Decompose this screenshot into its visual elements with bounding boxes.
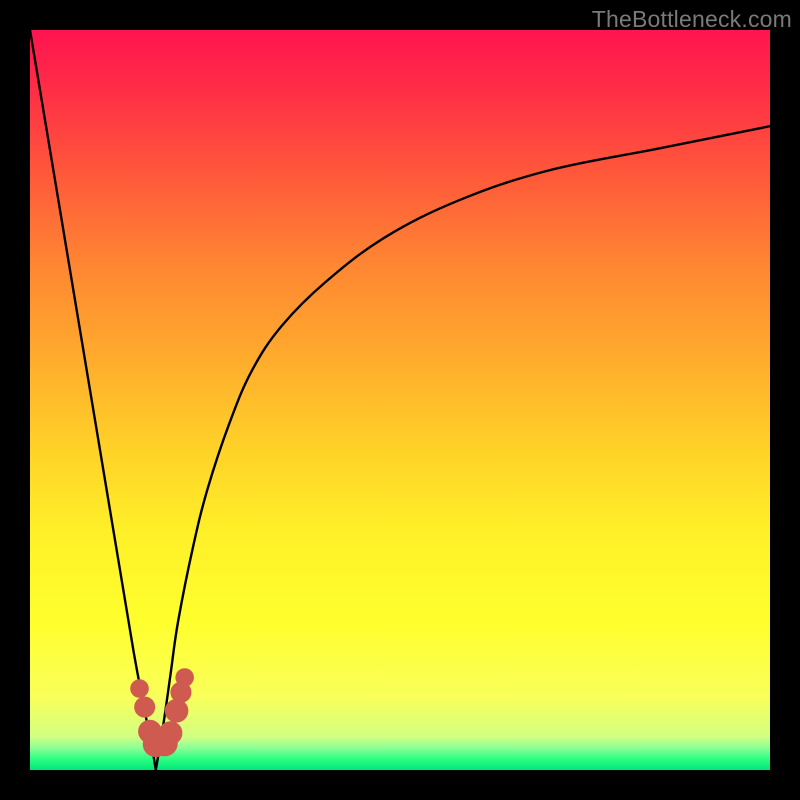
watermark-text: TheBottleneck.com xyxy=(592,6,792,33)
marker-dot xyxy=(175,668,194,687)
curve-left-branch xyxy=(30,30,156,770)
curve-right-branch xyxy=(156,126,770,770)
marker-dot xyxy=(134,697,155,718)
bottleneck-curve xyxy=(30,30,770,770)
marker-dot xyxy=(130,679,149,698)
marker-cluster xyxy=(130,668,194,757)
plot-area xyxy=(30,30,770,770)
chart-frame: TheBottleneck.com xyxy=(0,0,800,800)
marker-dot xyxy=(165,699,189,723)
curve-layer xyxy=(30,30,770,770)
marker-dot xyxy=(159,721,183,745)
